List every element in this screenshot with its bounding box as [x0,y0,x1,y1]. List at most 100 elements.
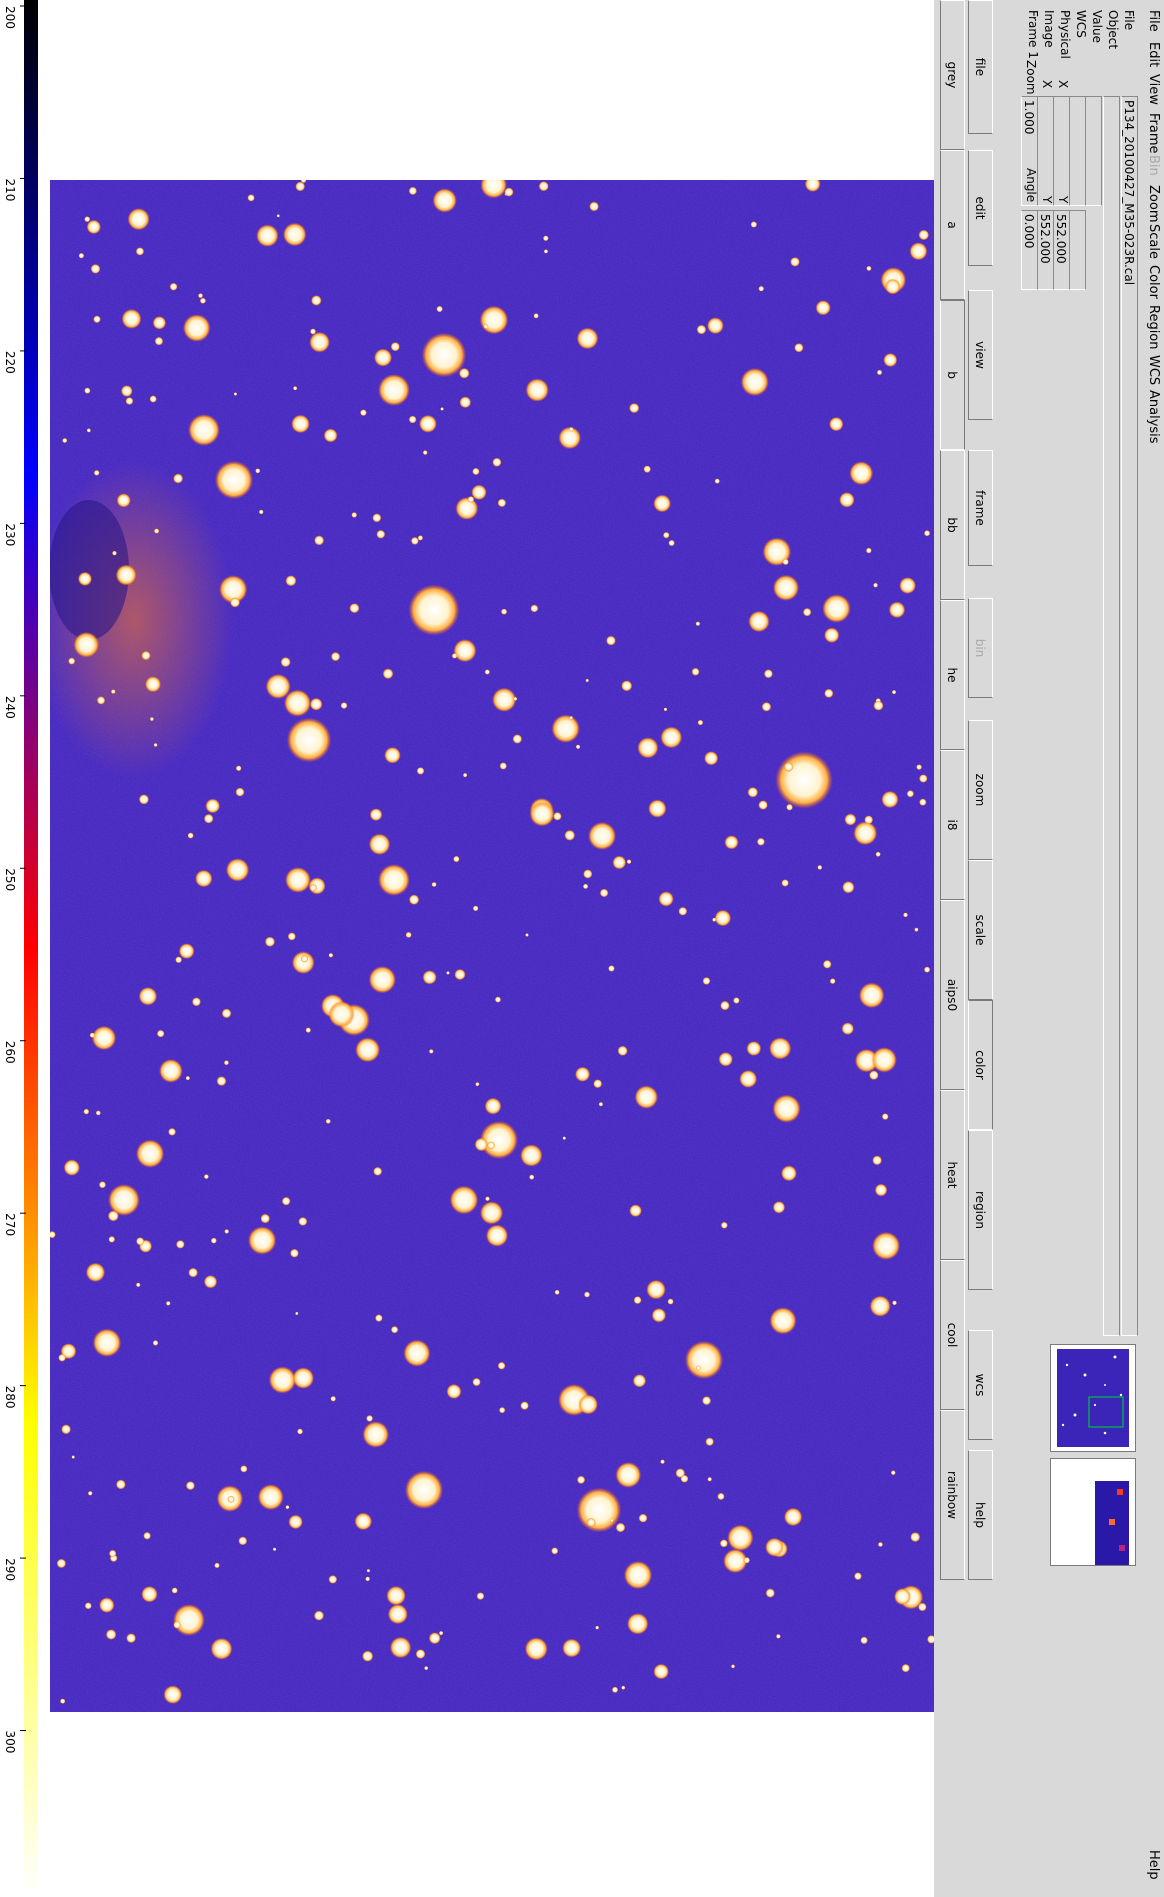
colormap-i8[interactable]: i8 [940,750,965,900]
star [638,1513,648,1523]
star [475,1082,480,1087]
star [127,208,150,231]
menu-region[interactable]: Region [1146,305,1161,350]
star [822,959,832,969]
star [621,680,633,692]
star [115,564,137,586]
star [225,858,250,882]
star [390,342,400,352]
colormap-rainbow[interactable]: rainbow [940,1410,965,1580]
menu-wcs[interactable]: WCS [1146,355,1161,385]
star [311,295,322,306]
menu-scale[interactable]: Scale [1146,224,1161,259]
colormap-b[interactable]: b [940,300,965,450]
menu-help[interactable]: Help [1146,1850,1161,1880]
star [585,678,589,683]
wcs-x-field [1069,96,1086,206]
star [405,931,412,938]
button-frame[interactable]: frame [968,450,993,566]
star [479,1201,504,1225]
star [520,1144,543,1167]
star [746,1041,762,1056]
star [866,265,872,272]
star [923,530,931,537]
star [280,657,291,668]
star [533,313,539,319]
star [776,1634,781,1639]
colormap-aips0[interactable]: aips0 [940,900,965,1090]
star [188,1267,198,1278]
star [492,457,502,467]
star [282,222,307,247]
menu-edit[interactable]: Edit [1146,42,1161,67]
star [210,1637,233,1660]
star [446,971,450,975]
star [135,247,145,256]
panner-thumbnail [1057,1349,1129,1447]
star [858,982,885,1009]
button-view[interactable]: view [968,290,993,420]
star [893,1588,912,1606]
button-zoom[interactable]: zoom [968,720,993,860]
star [884,278,901,295]
menu-analysis[interactable]: Analysis [1146,390,1161,444]
star [233,392,238,396]
colormap-heat[interactable]: heat [940,1090,965,1260]
star [492,687,517,712]
menu-zoom[interactable]: Zoom [1146,185,1161,222]
star [854,1572,862,1581]
colormap-grey[interactable]: grey [940,0,965,150]
colormap-a[interactable]: a [940,150,965,300]
image-frame[interactable] [50,180,934,1712]
star [285,575,297,587]
colormap-bb[interactable]: bb [940,450,965,600]
star [562,1638,582,1658]
star [58,1353,66,1362]
star [815,300,831,316]
star [542,235,549,242]
star [110,689,116,694]
star [660,1459,665,1465]
button-color[interactable]: color [968,1000,993,1130]
menu-file[interactable]: File [1146,10,1161,32]
menu-view[interactable]: View [1146,74,1161,105]
star [408,894,420,905]
star [586,1517,596,1528]
star [408,584,460,636]
star [153,528,160,534]
star [651,1308,667,1323]
physical-y-label: Y [1056,196,1070,204]
star [906,790,914,798]
button-scale[interactable]: scale [968,860,993,1000]
star [408,415,417,424]
star [824,688,834,698]
star [476,1592,485,1600]
button-region[interactable]: region [968,1130,993,1290]
star [283,689,312,717]
star [195,869,213,888]
star [96,696,106,705]
button-wcs[interactable]: wcs [968,1330,993,1440]
colormap-cool[interactable]: cool [940,1260,965,1410]
star [576,1487,622,1533]
colormap-he[interactable]: he [940,600,965,750]
star [646,1279,666,1300]
star [775,751,833,809]
button-edit[interactable]: edit [968,150,993,266]
star [871,1047,897,1073]
menu-bin: Bin [1146,155,1161,176]
menu-frame[interactable]: Frame [1146,113,1161,154]
panner[interactable] [1050,1344,1136,1452]
star [783,762,794,772]
star [756,837,765,846]
star [85,1262,106,1283]
star [158,1059,183,1083]
star [872,1231,901,1260]
star [91,1025,117,1051]
button-help[interactable]: help [968,1450,993,1580]
menu-color[interactable]: Color [1146,265,1161,299]
button-file[interactable]: file [968,0,993,134]
colorbar-tick-label: 240 [3,696,17,719]
star [83,1108,90,1115]
image-display[interactable] [14,0,934,1897]
